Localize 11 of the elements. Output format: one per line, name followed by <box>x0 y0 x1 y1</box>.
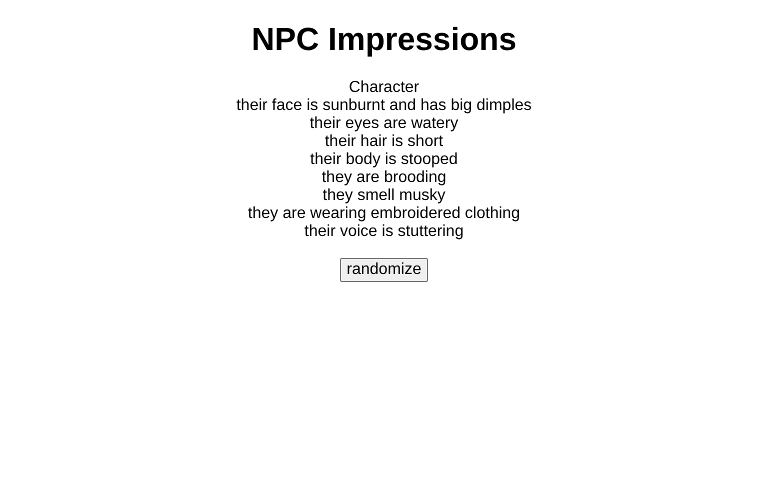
trait-text: their hair is short <box>324 133 444 151</box>
trait-text: they are wearing embroidered clothing <box>248 205 520 223</box>
trait-text: their voice is stuttering <box>304 223 464 241</box>
trait-text: their eyes are watery <box>310 115 458 133</box>
trait-text: they smell musky <box>322 187 446 205</box>
trait-text: their body is stooped <box>310 151 458 169</box>
trait-text: they are brooding <box>322 169 446 187</box>
section-heading: Character <box>348 79 420 97</box>
randomize-button[interactable]: randomize <box>340 258 428 282</box>
page-title: NPC Impressions <box>252 21 516 58</box>
trait-text: their face is sunburnt and has big dimples <box>236 97 532 115</box>
